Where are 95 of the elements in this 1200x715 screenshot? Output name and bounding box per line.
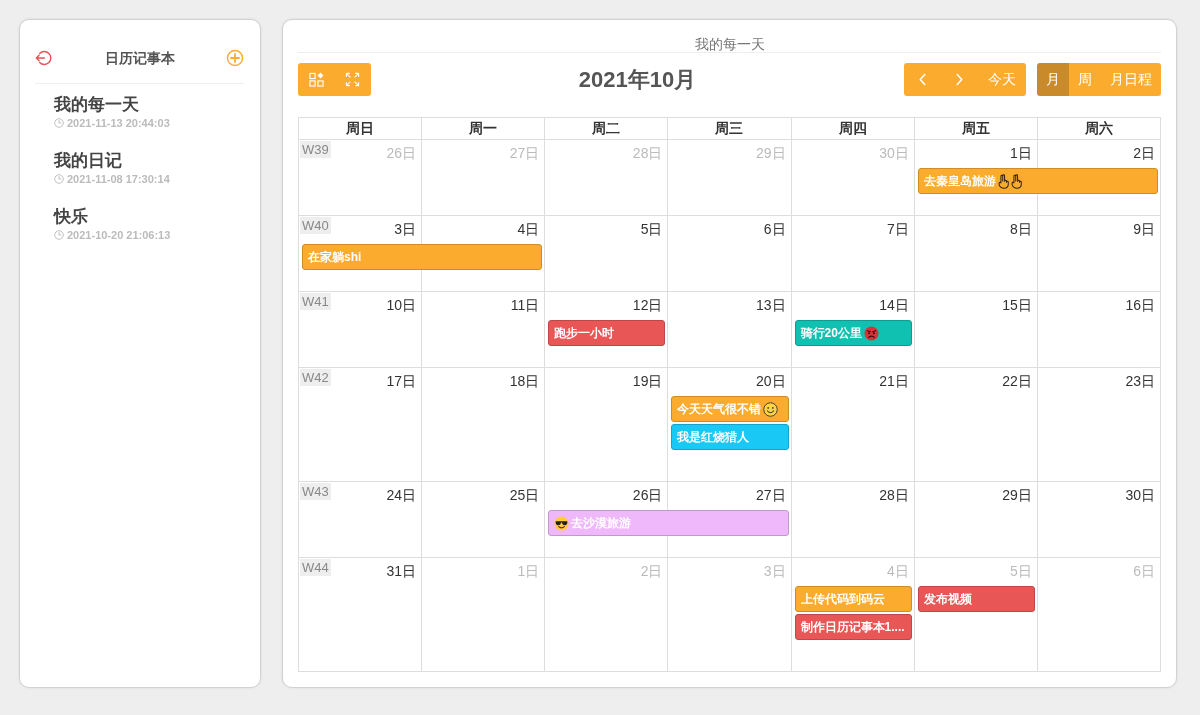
calendar-event[interactable]: 在家躺shi: [302, 244, 543, 270]
weekday-header: 周一: [422, 118, 546, 140]
day-number: 28日: [879, 486, 910, 505]
day-number: 4日: [886, 562, 910, 581]
day-number: 6日: [1133, 562, 1156, 581]
prev-button[interactable]: [904, 63, 941, 96]
notebook-timestamp: 2021-11-08 17:30:14: [67, 172, 170, 186]
sunglasses-face-icon: [554, 515, 570, 531]
smiley-icon: [763, 401, 779, 417]
day-number: 29日: [756, 144, 787, 163]
calendar-event[interactable]: 今天天气很不错: [671, 396, 789, 422]
calendar-event[interactable]: 上传代码到码云: [794, 586, 912, 612]
notebook-title[interactable]: 快乐: [54, 206, 88, 228]
day-number: 1日: [517, 562, 541, 581]
week-number: W43: [300, 483, 331, 500]
day-number: 28日: [632, 144, 664, 163]
chevron-right-icon: [955, 73, 964, 86]
calendar-event[interactable]: 跑步一小时: [548, 320, 666, 346]
add-icon[interactable]: [226, 49, 244, 67]
view-tab[interactable]: 周: [1069, 63, 1101, 96]
notebook-timestamp: 2021-11-13 20:44:03: [67, 116, 170, 130]
today-button[interactable]: 今天: [978, 63, 1026, 96]
notebook-timestamp: 2021-10-20 21:06:13: [67, 228, 171, 242]
day-number: 13日: [756, 296, 787, 315]
fullscreen-button[interactable]: [334, 63, 371, 96]
calendar-name: 我的每一天: [694, 36, 765, 53]
day-number: 2日: [1133, 144, 1156, 163]
week-number: W42: [300, 369, 331, 386]
calendar-event[interactable]: 制作日历记事本1....: [794, 614, 912, 640]
day-number: 2日: [640, 562, 664, 581]
day-number: 27日: [509, 144, 541, 163]
week-number: W39: [300, 141, 331, 158]
calendar-event[interactable]: 去秦皇岛旅游: [917, 168, 1158, 194]
day-number: 15日: [1002, 296, 1033, 315]
day-number: 3日: [394, 220, 418, 239]
view-tab[interactable]: 月日程: [1101, 63, 1161, 96]
day-number: 24日: [386, 486, 418, 505]
angry-face-icon: [863, 325, 879, 341]
weekday-header: 周五: [914, 118, 1038, 140]
day-number: 8日: [1010, 220, 1033, 239]
notebook-title[interactable]: 我的每一天: [54, 94, 139, 116]
week-number: W41: [300, 293, 331, 310]
day-number: 16日: [1125, 296, 1156, 315]
day-number: 26日: [386, 144, 418, 163]
day-number: 10日: [386, 296, 418, 315]
day-number: 9日: [1133, 220, 1156, 239]
sidebar-title: 日历记事本: [104, 49, 175, 67]
grid-icon: [308, 72, 324, 87]
month-title: 2021年10月: [578, 65, 697, 94]
logout-icon[interactable]: [35, 49, 53, 67]
hand-icon: [997, 173, 1009, 189]
day-number: 5日: [640, 220, 664, 239]
day-number: 31日: [386, 562, 418, 581]
day-number: 11日: [510, 296, 541, 315]
weekday-header: 周四: [791, 118, 915, 140]
view-tab[interactable]: 月: [1037, 63, 1069, 96]
layout-button[interactable]: [298, 63, 335, 96]
calendar-event[interactable]: 去沙漠旅游: [548, 510, 789, 536]
day-number: 5日: [1010, 562, 1033, 581]
day-number: 30日: [879, 144, 910, 163]
clock-icon: [54, 230, 64, 240]
day-number: 21日: [879, 372, 910, 391]
day-number: 6日: [763, 220, 787, 239]
day-number: 29日: [1002, 486, 1033, 505]
weekday-header: 周二: [545, 118, 669, 140]
calendar-event[interactable]: 骑行20公里: [794, 320, 912, 346]
clock-icon: [54, 118, 64, 128]
expand-icon: [345, 72, 361, 87]
day-number: 25日: [509, 486, 541, 505]
weekday-header: 周六: [1037, 118, 1161, 140]
day-number: 26日: [632, 486, 664, 505]
chevron-left-icon: [918, 73, 927, 86]
weekday-header: 周日: [299, 118, 423, 140]
calendar-event[interactable]: 我是红烧猎人: [671, 424, 789, 450]
week-number: W40: [300, 217, 331, 234]
hand-icon: [1010, 173, 1022, 189]
notebook-title[interactable]: 我的日记: [54, 150, 122, 172]
day-number: 20日: [756, 372, 787, 391]
day-number: 23日: [1125, 372, 1156, 391]
day-number: 22日: [1002, 372, 1033, 391]
day-number: 12日: [632, 296, 664, 315]
day-number: 3日: [763, 562, 787, 581]
day-number: 27日: [756, 486, 787, 505]
day-number: 14日: [879, 296, 910, 315]
day-number: 18日: [509, 372, 541, 391]
weekday-header: 周三: [668, 118, 792, 140]
day-number: 4日: [517, 220, 541, 239]
day-number: 7日: [886, 220, 910, 239]
calendar-event[interactable]: 发布视频: [917, 586, 1035, 612]
day-number: 19日: [632, 372, 664, 391]
clock-icon: [54, 174, 64, 184]
day-number: 1日: [1010, 144, 1033, 163]
week-number: W44: [300, 559, 331, 576]
day-number: 17日: [386, 372, 418, 391]
day-number: 30日: [1125, 486, 1156, 505]
